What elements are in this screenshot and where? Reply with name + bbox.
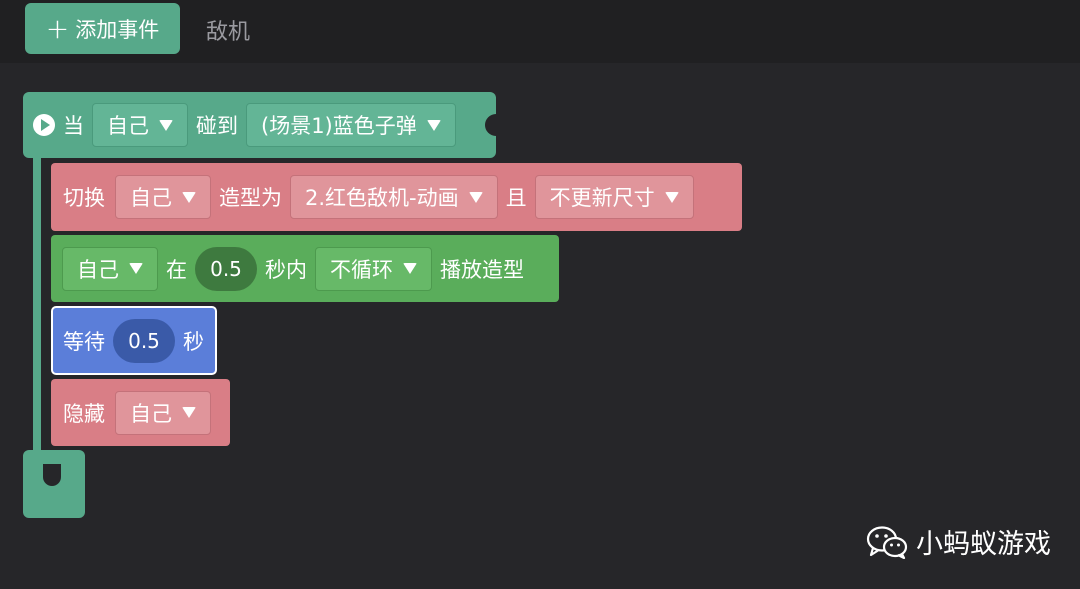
costume-label: 造型为 <box>219 186 282 210</box>
watermark-text: 小蚂蚁游戏 <box>916 529 1051 560</box>
dropdown-arrow-icon <box>182 407 196 418</box>
subject-dropdown[interactable]: 自己 <box>62 246 158 291</box>
block-spine <box>33 150 41 470</box>
subject-value: 自己 <box>77 257 119 282</box>
loop-dropdown[interactable]: 不循环 <box>315 246 432 291</box>
dropdown-arrow-icon <box>664 191 679 203</box>
target-dropdown[interactable]: (场景1)蓝色子弹 <box>246 103 456 147</box>
size-option-dropdown[interactable]: 不更新尺寸 <box>534 175 694 219</box>
add-event-button[interactable]: + 添加事件 <box>25 3 180 54</box>
wait-label: 等待 <box>63 329 105 354</box>
when-label: 当 <box>63 114 84 138</box>
wechat-icon <box>866 525 908 559</box>
dropdown-arrow-icon <box>159 119 173 131</box>
costume-dropdown[interactable]: 2.红色敌机-动画 <box>290 175 498 219</box>
dropdown-arrow-icon <box>182 191 196 203</box>
wait-seconds-input[interactable]: 0.5 <box>113 318 175 363</box>
event-block-footer <box>23 450 85 518</box>
play-icon[interactable] <box>33 114 55 136</box>
top-bar: + 添加事件 敌机 <box>0 0 1080 63</box>
tab-enemy[interactable]: 敌机 <box>206 14 250 46</box>
plus-icon: + <box>45 11 70 45</box>
subject-value: 自己 <box>130 186 172 210</box>
switch-label: 切换 <box>63 186 105 210</box>
watermark: 小蚂蚁游戏 <box>866 522 1051 561</box>
subject-value: 自己 <box>130 401 172 426</box>
hide-block[interactable]: 隐藏 自己 <box>51 379 230 446</box>
seconds-unit-label: 秒 <box>183 329 204 354</box>
subject-dropdown[interactable]: 自己 <box>92 103 188 147</box>
costume-value: 2.红色敌机-动画 <box>305 186 459 210</box>
target-value: (场景1)蓝色子弹 <box>261 114 417 138</box>
block-notch <box>43 464 61 486</box>
dropdown-arrow-icon <box>468 191 483 203</box>
collide-label: 碰到 <box>196 114 238 138</box>
within-seconds-label: 秒内 <box>265 257 307 282</box>
wait-block[interactable]: 等待 0.5 秒 <box>51 306 217 375</box>
dropdown-arrow-icon <box>426 119 441 131</box>
loop-value: 不循环 <box>330 257 393 282</box>
dropdown-arrow-icon <box>403 263 417 274</box>
and-label: 且 <box>505 186 527 210</box>
switch-costume-block[interactable]: 切换 自己 造型为 2.红色敌机-动画 且 不更新尺寸 <box>51 163 742 231</box>
hide-label: 隐藏 <box>63 401 105 426</box>
play-animation-block[interactable]: 自己 在 0.5 秒内 不循环 播放造型 <box>51 235 559 302</box>
block-notch <box>485 114 497 136</box>
subject-dropdown[interactable]: 自己 <box>115 390 211 435</box>
dropdown-arrow-icon <box>129 263 143 274</box>
duration-input[interactable]: 0.5 <box>195 246 257 291</box>
subject-dropdown[interactable]: 自己 <box>115 175 211 219</box>
add-event-label: 添加事件 <box>75 17 160 42</box>
collision-event-block[interactable]: 当 自己 碰到 (场景1)蓝色子弹 <box>23 92 497 158</box>
in-label: 在 <box>166 257 187 282</box>
subject-value: 自己 <box>107 114 149 138</box>
editor: + 添加事件 敌机 当 自己 碰到 (场景1)蓝色子弹 切换 自己 造型为 2.… <box>0 0 1080 589</box>
size-option-value: 不更新尺寸 <box>549 186 655 210</box>
play-costume-label: 播放造型 <box>440 257 524 282</box>
